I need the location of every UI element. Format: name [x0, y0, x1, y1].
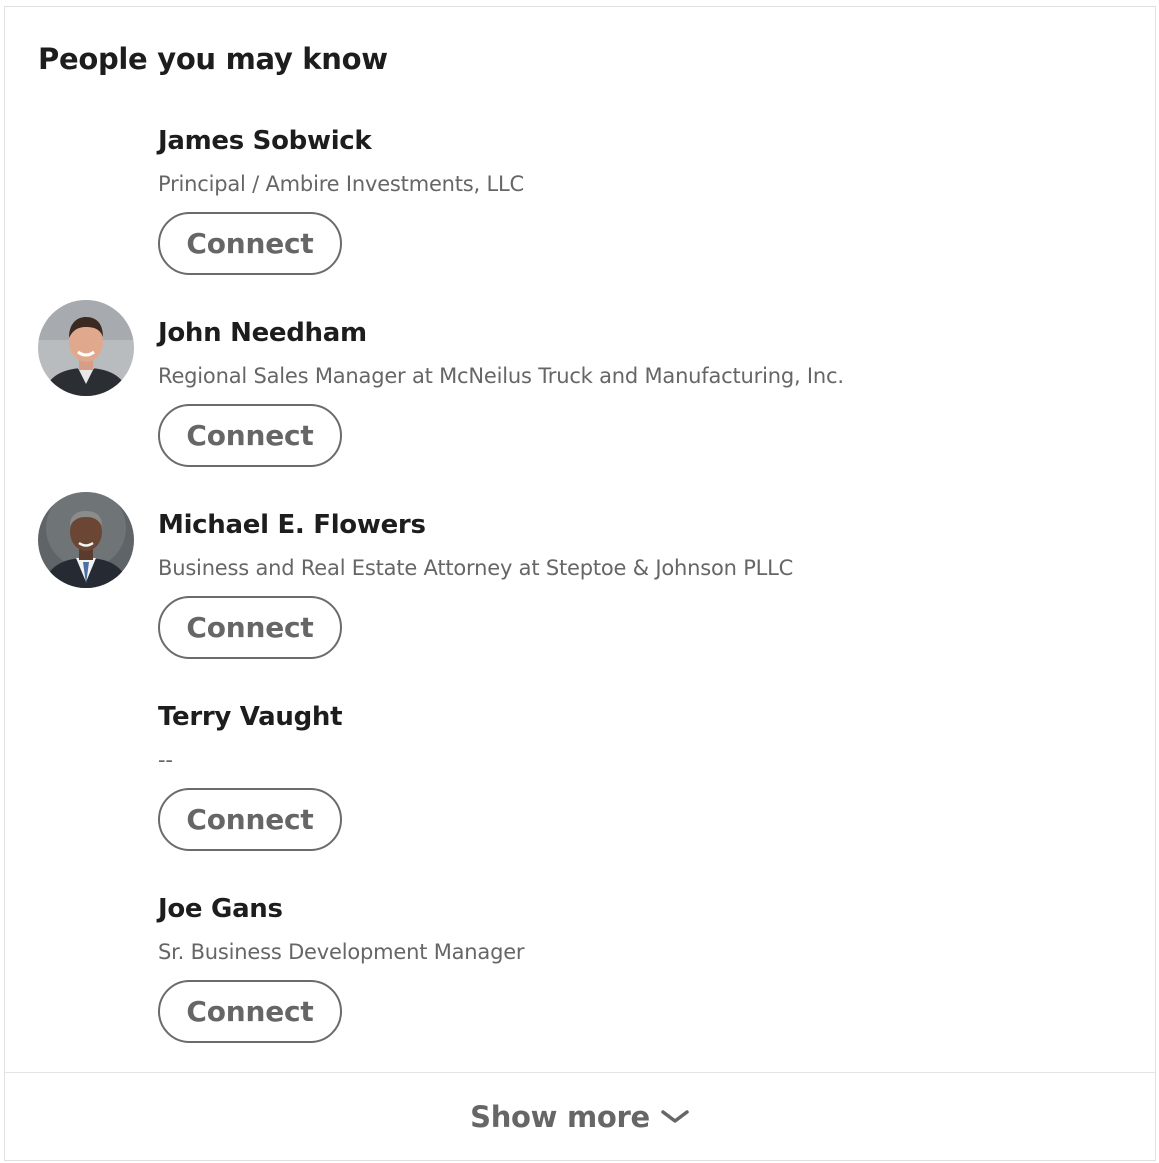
- person-headline: Sr. Business Development Manager: [158, 940, 525, 964]
- person-name[interactable]: Terry Vaught: [158, 702, 343, 732]
- connect-button[interactable]: Connect: [158, 788, 342, 851]
- person-name[interactable]: Michael E. Flowers: [158, 510, 426, 540]
- avatar[interactable]: [38, 492, 134, 588]
- connect-button[interactable]: Connect: [158, 596, 342, 659]
- people-you-may-know-card: People you may know James Sobwick Princi…: [4, 6, 1156, 1161]
- connect-button[interactable]: Connect: [158, 212, 342, 275]
- person-headline: Business and Real Estate Attorney at Ste…: [158, 556, 794, 580]
- card-title: People you may know: [38, 42, 388, 76]
- avatar[interactable]: [38, 300, 134, 396]
- person-name[interactable]: James Sobwick: [158, 126, 372, 156]
- person-name[interactable]: Joe Gans: [158, 894, 283, 924]
- connect-button[interactable]: Connect: [158, 404, 342, 467]
- person-list-item: Michael E. Flowers Business and Real Est…: [5, 492, 1155, 684]
- person-headline: Regional Sales Manager at McNeilus Truck…: [158, 364, 844, 388]
- chevron-down-icon: [660, 1107, 690, 1127]
- person-list-item: Terry Vaught -- Connect: [5, 684, 1155, 876]
- person-headline: --: [158, 748, 173, 772]
- person-list-item: James Sobwick Principal / Ambire Investm…: [5, 108, 1155, 300]
- profile-photo: [38, 492, 134, 588]
- person-list-item: Joe Gans Sr. Business Development Manage…: [5, 876, 1155, 1068]
- profile-photo: [38, 300, 134, 396]
- show-more-label: Show more: [470, 1099, 650, 1134]
- connect-button[interactable]: Connect: [158, 980, 342, 1043]
- show-more-button[interactable]: Show more: [5, 1073, 1155, 1160]
- person-list-item: John Needham Regional Sales Manager at M…: [5, 300, 1155, 492]
- person-headline: Principal / Ambire Investments, LLC: [158, 172, 524, 196]
- person-name[interactable]: John Needham: [158, 318, 367, 348]
